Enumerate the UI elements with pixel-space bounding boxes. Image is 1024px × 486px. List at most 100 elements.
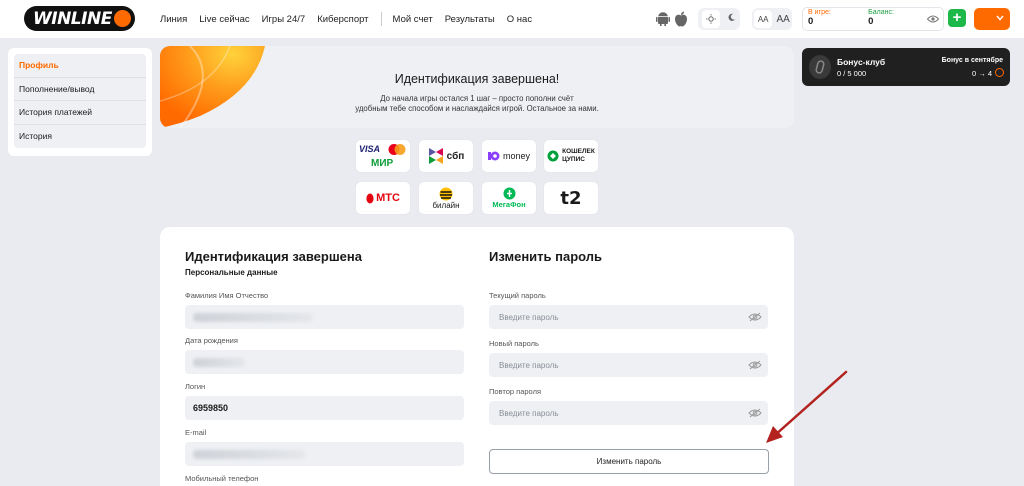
email-redacted: [193, 450, 305, 459]
payment-yoomoney[interactable]: money: [481, 139, 537, 173]
sidebar-item-deposit-withdraw[interactable]: Пополнение/вывод: [14, 78, 146, 101]
main-nav: Линия Live сейчас Игры 24/7 Киберспорт М…: [160, 0, 544, 38]
chevron-down-icon: [996, 15, 1004, 21]
eye-icon: [927, 15, 940, 23]
monthly-bonus-value: 0 → 4: [971, 69, 992, 78]
main-balance: Баланс: 0: [863, 8, 923, 30]
visa-label: VISA: [359, 144, 381, 154]
new-password-field: [489, 353, 768, 377]
repeat-password-field: [489, 401, 768, 425]
repeat-password-input[interactable]: [489, 401, 768, 425]
identity-title: Идентификация завершена: [185, 249, 362, 264]
mir-label: МИР: [371, 158, 394, 169]
sidebar-item-payment-history[interactable]: История платежей: [14, 101, 146, 125]
current-password-input[interactable]: [489, 305, 768, 329]
payment-cupis-wallet[interactable]: КОШЕЛЕК ЦУПИС: [543, 139, 599, 173]
profile-sidebar: Профиль Пополнение/вывод История платеже…: [8, 48, 152, 156]
current-password-field: [489, 305, 768, 329]
current-password-label: Текущий пароль: [489, 291, 546, 300]
cupis-label-2: ЦУПИС: [562, 156, 585, 163]
font-size-toggle[interactable]: AA AA: [752, 8, 792, 30]
nav-cybersport[interactable]: Киберспорт: [317, 14, 368, 25]
nav-live[interactable]: Live сейчас: [199, 14, 249, 25]
android-icon[interactable]: [656, 11, 670, 27]
timer-icon: [995, 68, 1004, 77]
hidden-eye-icon[interactable]: [748, 312, 762, 322]
payment-visa-mastercard-mir[interactable]: VISA МИР: [355, 139, 411, 173]
apple-icon[interactable]: [674, 11, 688, 27]
account-menu-button[interactable]: [974, 8, 1010, 30]
bonus-club-progress: 0 / 5 000: [837, 69, 867, 78]
email-label: E-mail: [185, 428, 207, 437]
moon-icon[interactable]: [727, 13, 736, 25]
fio-field: [185, 305, 464, 329]
sidebar-menu: Профиль Пополнение/вывод История платеже…: [14, 54, 146, 148]
banner-subtitle-line-2: удобным тебе способом и наслаждайся игро…: [355, 104, 599, 113]
balance-value: 0: [868, 16, 874, 27]
winline-logo[interactable]: WINLINE: [24, 6, 135, 31]
add-funds-button[interactable]: +: [948, 9, 966, 27]
nav-about[interactable]: О нас: [507, 14, 532, 25]
phone-label: Мобильный телефон: [185, 474, 259, 483]
yoomoney-label: money: [502, 151, 530, 161]
nav-liniya[interactable]: Линия: [160, 14, 187, 25]
change-password-title: Изменить пароль: [489, 249, 603, 264]
font-large-button[interactable]: AA: [776, 14, 789, 25]
new-password-label: Новый пароль: [489, 339, 539, 348]
in-game-value: 0: [808, 16, 814, 27]
new-password-input[interactable]: [489, 353, 768, 377]
login-field: 6959850: [185, 396, 464, 420]
logo-text: WINLINE: [33, 8, 112, 29]
payment-mts[interactable]: МТС: [355, 181, 411, 215]
repeat-password-label: Повтор пароля: [489, 387, 542, 396]
personal-data-subtitle: Персональные данные: [185, 268, 278, 277]
payment-megafon[interactable]: МегаФон: [481, 181, 537, 215]
in-game-balance: В игре: 0: [803, 8, 863, 30]
cupis-label-1: КОШЕЛЕК: [562, 148, 595, 155]
banner-subtitle-line-1: До начала игры остался 1 шаг – просто по…: [380, 94, 574, 103]
change-password-button[interactable]: Изменить пароль: [489, 449, 769, 474]
logo-ball-icon: [114, 10, 131, 27]
bonus-badge-icon: [809, 55, 831, 79]
payment-t2[interactable]: t2: [543, 181, 599, 215]
yoomoney-icon: [487, 151, 500, 161]
identification-banner: Идентификация завершена! До начала игры …: [160, 46, 794, 128]
monthly-bonus-title: Бонус в сентябре: [941, 57, 1003, 64]
in-game-label: В игре:: [808, 9, 831, 16]
nav-results[interactable]: Результаты: [445, 14, 495, 25]
nav-my-account[interactable]: Мой счет: [393, 14, 433, 25]
sbp-label: сбп: [446, 150, 465, 162]
banner-ball-graphic: [160, 46, 265, 128]
login-label: Логин: [185, 382, 206, 391]
mts-egg-icon: [366, 193, 374, 204]
hide-balance-button[interactable]: [923, 8, 943, 30]
font-small-button[interactable]: AA: [754, 10, 773, 28]
fio-redacted: [193, 313, 313, 322]
dob-label: Дата рождения: [185, 336, 238, 345]
theme-toggle[interactable]: [698, 8, 740, 30]
hidden-eye-icon[interactable]: [748, 408, 762, 418]
email-field: [185, 442, 464, 466]
banner-subtitle: До начала игры остался 1 шаг – просто по…: [160, 94, 794, 114]
profile-card: Идентификация завершена Персональные дан…: [160, 227, 794, 486]
beeline-icon: [439, 187, 453, 200]
payment-beeline[interactable]: билайн: [418, 181, 474, 215]
balance-panel: В игре: 0 Баланс: 0: [802, 7, 944, 31]
balance-label: Баланс:: [868, 9, 894, 16]
nav-divider: [380, 12, 382, 26]
sbp-icon: [428, 148, 443, 164]
payment-sbp[interactable]: сбп: [418, 139, 474, 173]
beeline-label: билайн: [432, 200, 460, 210]
megafon-label: МегаФон: [492, 200, 526, 209]
bonus-club-card[interactable]: Бонус-клуб 0 / 5 000 Бонус в сентябре 0 …: [802, 48, 1010, 86]
login-value: 6959850: [193, 403, 229, 413]
mastercard-icon: [388, 144, 406, 155]
sun-icon[interactable]: [701, 10, 720, 28]
fio-label: Фамилия Имя Отчество: [185, 291, 269, 300]
nav-games-24-7[interactable]: Игры 24/7: [262, 14, 306, 25]
hidden-eye-icon[interactable]: [748, 360, 762, 370]
banner-title: Идентификация завершена!: [394, 72, 560, 86]
sidebar-item-profile[interactable]: Профиль: [14, 54, 146, 78]
sidebar-item-history[interactable]: История: [14, 125, 146, 149]
top-header: WINLINE Линия Live сейчас Игры 24/7 Кибе…: [0, 0, 1024, 38]
